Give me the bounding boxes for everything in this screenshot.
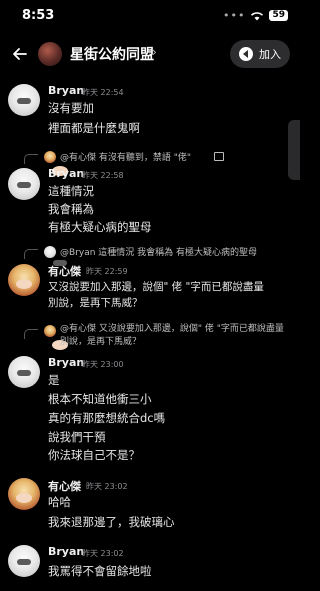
- speaker-icon: [239, 47, 253, 61]
- join-button-label: 加入: [259, 48, 281, 61]
- wifi-icon: [251, 11, 264, 20]
- join-button[interactable]: 加入: [230, 40, 290, 68]
- message-text: 有極大疑心病的聖母: [48, 220, 152, 234]
- message-text: 你法球自己不是？: [48, 448, 140, 462]
- status-time: 8:53: [22, 8, 55, 23]
- channel-avatar[interactable]: [38, 42, 62, 66]
- message-text: 裡面都是什麼鬼啊: [48, 121, 140, 135]
- reply-connector: [24, 154, 38, 164]
- message-timestamp: 昨天 22:59: [86, 267, 128, 276]
- avatar[interactable]: [8, 545, 40, 577]
- reply-connector: [24, 249, 38, 259]
- avatar[interactable]: [8, 356, 40, 388]
- message-text: 我罵得不會留餘地啦: [48, 564, 152, 578]
- channel-title[interactable]: 星街公約同盟: [70, 44, 154, 64]
- message-text: 沒有要加: [48, 101, 94, 115]
- status-bar: 8:53 ••• 59: [0, 0, 300, 34]
- message-text: 我會稱為: [48, 202, 94, 216]
- message-text: 又沒說要加入那邊，說個" 佬 "字而已都說盡量: [48, 281, 264, 293]
- author-name[interactable]: 有心傑: [48, 263, 81, 279]
- reply-preview[interactable]: @有心傑 有沒有聽到，禁語 "佬": [60, 150, 191, 163]
- status-icons: ••• 59: [223, 9, 288, 22]
- author-name[interactable]: Bryan: [48, 167, 84, 180]
- message-text: 真的有那麼想統合dc嗎: [48, 411, 166, 425]
- author-name[interactable]: Bryan: [48, 84, 84, 97]
- reply-preview[interactable]: @有心傑 又沒說要加入那邊，說個" 佬 "字而已都說盡量別說，是再下馬威？: [60, 323, 292, 349]
- avatar[interactable]: [8, 264, 40, 296]
- reply-avatar: [44, 246, 67, 266]
- message-text: 說我們干預: [48, 430, 106, 444]
- author-name[interactable]: 有心傑: [48, 478, 81, 494]
- battery-icon: 59: [269, 10, 288, 21]
- avatar[interactable]: [8, 168, 40, 200]
- reply-avatar: [44, 151, 68, 176]
- message-timestamp: 昨天 23:02: [82, 549, 124, 558]
- message-text: 是: [48, 373, 60, 387]
- message-text: 我來退那邊了，我破璃心: [48, 515, 175, 529]
- message-timestamp: 昨天 23:02: [86, 482, 128, 491]
- message-timestamp: 昨天 22:58: [82, 171, 124, 180]
- side-panel-handle[interactable]: [288, 120, 300, 180]
- author-name[interactable]: Bryan: [48, 545, 84, 558]
- channel-header: 星街公約同盟 › 加入: [0, 34, 300, 74]
- back-arrow-icon[interactable]: [10, 44, 30, 64]
- signal-icon: •••: [223, 9, 246, 22]
- chevron-right-icon[interactable]: ›: [152, 45, 157, 59]
- message-timestamp: 昨天 23:00: [82, 360, 124, 369]
- avatar[interactable]: [8, 478, 40, 510]
- message-text: 哈哈: [48, 495, 71, 509]
- message-text: 別說，是再下馬威？: [48, 297, 143, 309]
- avatar[interactable]: [8, 84, 40, 116]
- image-icon: [214, 152, 224, 161]
- reply-avatar: [44, 325, 68, 350]
- author-name[interactable]: Bryan: [48, 356, 84, 369]
- message-text: 根本不知道他衝三小: [48, 392, 152, 406]
- reply-preview[interactable]: @Bryan 這種情況 我會稱為 有極大疑心病的聖母: [60, 245, 257, 258]
- message-timestamp: 昨天 22:54: [82, 88, 124, 97]
- message-text: 這種情況: [48, 184, 94, 198]
- reply-connector: [24, 329, 38, 339]
